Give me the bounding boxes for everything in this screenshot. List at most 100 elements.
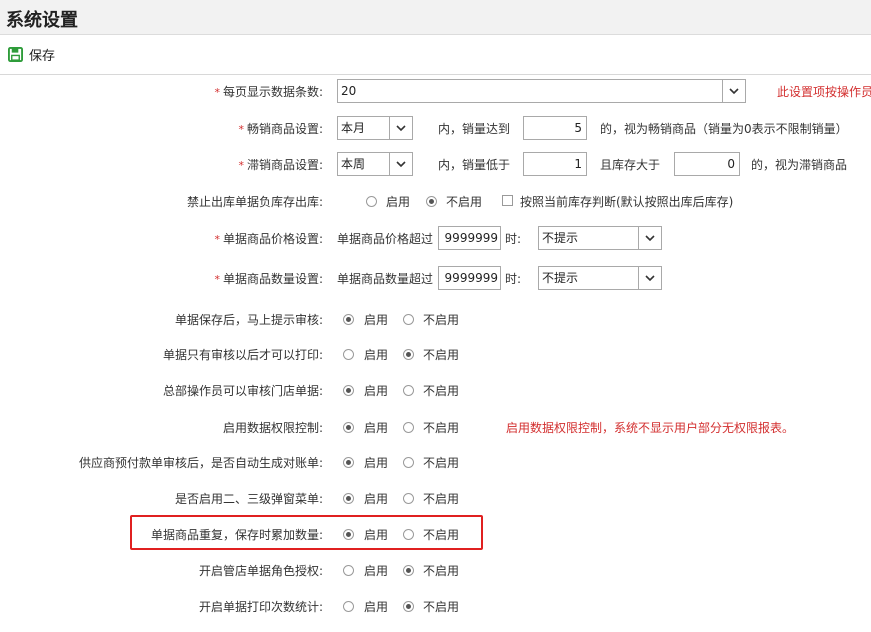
enable-label: 启用 [364,564,389,578]
qty-limit-action-select[interactable]: 不提示 [538,266,662,290]
slow-items-stock-input[interactable]: 0 [674,152,740,176]
enable-label: 启用 [364,600,389,614]
audit-prompt-label: 单据保存后，马上提示审核: [174,313,323,327]
negative-stock-label: 禁止出库单据负库存出库: [186,195,323,209]
print-count-disable-radio[interactable] [403,601,414,612]
row-print-count: 开启单据打印次数统计: 启用 不启用 [0,594,871,620]
store-role-auth-disable-radio[interactable] [403,565,414,576]
required-mark: * [214,233,220,246]
data-permission-label: 启用数据权限控制: [222,421,323,435]
data-permission-disable-radio[interactable] [403,422,414,433]
duplicate-accumulate-disable-radio[interactable] [403,529,414,540]
print-count-enable-radio[interactable] [343,601,354,612]
slow-items-text3: 的，视为滞销商品 [751,158,848,172]
disable-label: 不启用 [423,421,460,435]
enable-label: 启用 [364,348,389,362]
price-limit-prefix: 单据商品价格超过 [337,232,434,246]
required-mark: * [214,86,220,99]
page-title: 系统设置 [6,10,78,31]
supplier-prepay-enable-radio[interactable] [343,457,354,468]
chevron-down-icon [389,153,412,175]
popup-menu-label: 是否启用二、三级弹窗菜单: [174,492,323,506]
store-role-auth-enable-radio[interactable] [343,565,354,576]
duplicate-accumulate-label: 单据商品重复，保存时累加数量: [150,528,323,542]
print-after-audit-enable-radio[interactable] [343,349,354,360]
disable-label: 不启用 [446,195,483,209]
hq-audit-store-disable-radio[interactable] [403,385,414,396]
enable-label: 启用 [386,195,411,209]
chevron-down-icon [722,80,745,102]
popup-menu-enable-radio[interactable] [343,493,354,504]
price-limit-action-select[interactable]: 不提示 [538,226,662,250]
disable-label: 不启用 [423,528,460,542]
negative-stock-enable-radio[interactable] [366,196,377,207]
qty-limit-label: * 单据商品数量设置: [214,272,323,286]
popup-menu-disable-radio[interactable] [403,493,414,504]
disable-label: 不启用 [423,313,460,327]
hq-audit-store-label: 总部操作员可以审核门店单据: [162,384,323,398]
store-role-auth-label: 开启管店单据角色授权: [198,564,323,578]
row-price-limit: * 单据商品价格设置: 单据商品价格超过 9999999 时: 不提示 [0,226,871,252]
hot-items-text1: 内，销量达到 [438,122,511,136]
hot-items-label: * 畅销商品设置: [238,122,323,136]
print-after-audit-disable-radio[interactable] [403,349,414,360]
negative-stock-disable-radio[interactable] [426,196,437,207]
enable-label: 启用 [364,384,389,398]
row-duplicate-accumulate: 单据商品重复，保存时累加数量: 启用 不启用 [0,522,871,548]
current-stock-checkbox-label: 按照当前库存判断(默认按照出库后库存) [520,195,734,209]
slow-items-label: * 滞销商品设置: [238,158,323,172]
page-size-label: * 每页显示数据条数: [214,85,323,99]
audit-prompt-disable-radio[interactable] [403,314,414,325]
print-count-label: 开启单据打印次数统计: [198,600,323,614]
price-limit-label: * 单据商品价格设置: [214,232,323,246]
data-permission-enable-radio[interactable] [343,422,354,433]
price-limit-input[interactable]: 9999999 [438,226,501,250]
row-hot-items: * 畅销商品设置: 本月 内，销量达到 5 的，视为畅销商品（销量为0表示不限制销… [0,116,871,142]
disable-label: 不启用 [423,384,460,398]
row-data-permission: 启用数据权限控制: 启用 不启用 启用数据权限控制，系统不显示用户部分无权限报表… [0,415,871,441]
save-button[interactable]: 保存 [8,44,55,64]
title-bar: 系统设置 [0,0,871,35]
required-mark: * [238,123,244,136]
enable-label: 启用 [364,528,389,542]
slow-items-text1: 内，销量低于 [438,158,511,172]
page-size-select[interactable]: 20 [337,79,746,103]
slow-items-text2: 且库存大于 [600,158,661,172]
chevron-down-icon [638,227,661,249]
row-page-size: * 每页显示数据条数: 20 此设置项按操作员 [0,79,871,105]
qty-limit-input[interactable]: 9999999 [438,266,501,290]
hot-items-text2: 的，视为畅销商品（销量为0表示不限制销量） [600,122,848,136]
row-supplier-prepay: 供应商预付款单审核后，是否自动生成对账单: 启用 不启用 [0,450,871,476]
toolbar: 保存 [0,35,871,75]
hq-audit-store-enable-radio[interactable] [343,385,354,396]
save-icon [8,46,23,62]
hot-items-threshold-input[interactable]: 5 [523,116,587,140]
row-qty-limit: * 单据商品数量设置: 单据商品数量超过 9999999 时: 不提示 [0,266,871,292]
enable-label: 启用 [364,492,389,506]
supplier-prepay-disable-radio[interactable] [403,457,414,468]
data-permission-note: 启用数据权限控制，系统不显示用户部分无权限报表。 [506,421,795,435]
disable-label: 不启用 [423,348,460,362]
required-mark: * [238,159,244,172]
audit-prompt-enable-radio[interactable] [343,314,354,325]
slow-items-threshold-input[interactable]: 1 [523,152,587,176]
price-limit-suffix: 时: [505,232,522,246]
row-slow-items: * 滞销商品设置: 本周 内，销量低于 1 且库存大于 0 的，视为滞销商品 [0,152,871,178]
qty-limit-suffix: 时: [505,272,522,286]
disable-label: 不启用 [423,456,460,470]
hot-items-period-select[interactable]: 本月 [337,116,413,140]
row-print-after-audit: 单据只有审核以后才可以打印: 启用 不启用 [0,342,871,368]
enable-label: 启用 [364,421,389,435]
required-mark: * [214,273,220,286]
current-stock-checkbox[interactable] [502,195,513,206]
page-size-note: 此设置项按操作员 [777,85,871,99]
chevron-down-icon [389,117,412,139]
row-negative-stock: 禁止出库单据负库存出库: 启用 不启用 按照当前库存判断(默认按照出库后库存) [0,189,871,215]
chevron-down-icon [638,267,661,289]
row-popup-menu: 是否启用二、三级弹窗菜单: 启用 不启用 [0,486,871,512]
qty-limit-prefix: 单据商品数量超过 [337,272,434,286]
print-after-audit-label: 单据只有审核以后才可以打印: [162,348,323,362]
row-hq-audit-store: 总部操作员可以审核门店单据: 启用 不启用 [0,378,871,404]
duplicate-accumulate-enable-radio[interactable] [343,529,354,540]
slow-items-period-select[interactable]: 本周 [337,152,413,176]
